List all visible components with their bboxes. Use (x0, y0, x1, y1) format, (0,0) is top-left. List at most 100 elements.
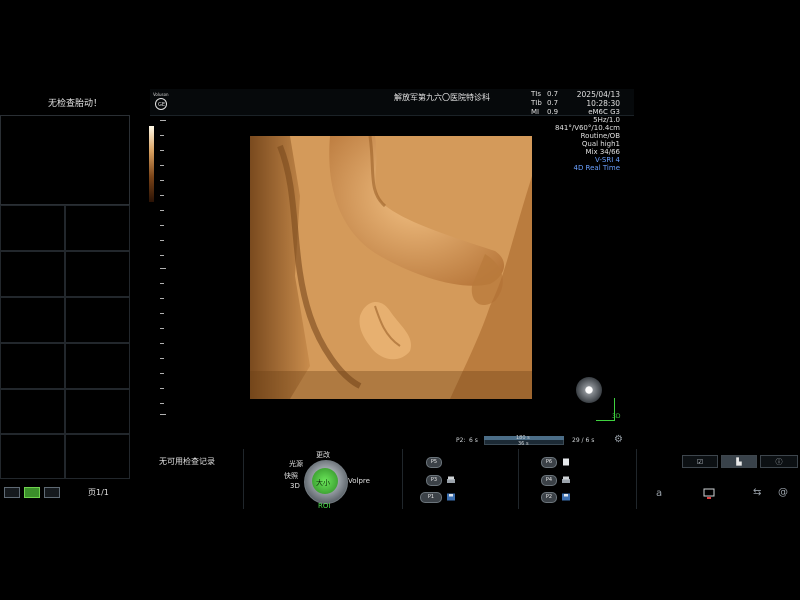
printer-icon[interactable] (561, 476, 571, 484)
depth-tick (160, 358, 164, 359)
bottom-divider (243, 449, 244, 509)
network-icon[interactable]: ⇆ (753, 487, 761, 498)
svg-text:GE: GE (158, 102, 165, 108)
rendered-volume (250, 136, 532, 399)
param-mode: 4D Real Time (573, 164, 620, 172)
index-tis-value: 0.7 (547, 90, 559, 98)
thumbnail-cell[interactable] (0, 343, 65, 389)
preset-button-p4[interactable]: P4 (541, 475, 557, 486)
layout-3x3-button[interactable] (44, 487, 60, 498)
depth-tick (160, 283, 164, 284)
layout-1x2-button[interactable] (4, 487, 20, 498)
tab-info[interactable]: ⓘ (760, 455, 798, 468)
thumbnail-cell[interactable] (65, 434, 130, 479)
tab-checklist[interactable]: ☑ (682, 455, 718, 468)
knob-label-light[interactable]: 光源 (289, 459, 303, 469)
thumbnail-cell[interactable] (0, 297, 65, 343)
depth-tick (160, 240, 164, 241)
ge-logo-icon: Voluson GE (153, 92, 169, 110)
logo-text: Voluson (153, 92, 169, 97)
exam-time: 10:28:30 (586, 99, 620, 108)
document-icon[interactable] (561, 458, 571, 466)
thumbnail-cell[interactable] (0, 389, 65, 434)
monitor-red-icon[interactable] (703, 488, 715, 500)
depth-tick (160, 255, 164, 256)
knob-label-volpre[interactable]: Volpre (348, 477, 370, 485)
depth-tick (160, 165, 164, 166)
preset-button-p6[interactable]: P6 (541, 457, 557, 468)
depth-tick (160, 150, 164, 151)
volume-axis-marker (596, 420, 615, 421)
index-tib-value: 0.7 (547, 99, 559, 107)
depth-tick (160, 210, 164, 211)
orientation-sphere-icon[interactable] (576, 377, 602, 403)
depth-tick (160, 120, 166, 121)
thumbnail-cell[interactable] (65, 389, 130, 434)
timeline-bar-bottom: 36 s (518, 441, 529, 447)
thumbnail-main[interactable] (0, 115, 130, 205)
preset-button-p1[interactable]: P1 (420, 492, 442, 503)
preset-button-p2[interactable]: P2 (541, 492, 557, 503)
timeline-label: P2: (456, 437, 466, 444)
bottom-divider (402, 449, 403, 509)
depth-tick (160, 414, 166, 415)
index-mi-label: MI (531, 108, 540, 116)
knob-label-roi[interactable]: ROI (318, 502, 330, 510)
save-disk-icon[interactable] (561, 493, 571, 501)
param-probe: eM6C G3 (588, 108, 620, 116)
thumbnail-cell[interactable] (65, 251, 130, 297)
ultrasound-3d-image[interactable] (250, 136, 532, 399)
preset-button-p5[interactable]: P5 (426, 457, 442, 468)
param-geometry: 841°/V60°/10.4cm (554, 124, 620, 132)
param-vsri: V-SRI 4 (595, 156, 620, 164)
param-freq: 5Hz/1.0 (593, 116, 620, 124)
knob-label-change[interactable]: 更改 (316, 450, 330, 460)
thumbnail-cell[interactable] (0, 251, 65, 297)
page-indicator: 页1/1 (88, 488, 109, 497)
exam-date: 2025/04/13 (576, 90, 620, 99)
keyboard-letter-indicator: a (656, 488, 663, 499)
thumbnail-cell[interactable] (65, 343, 130, 389)
param-mix: Mix 34/66 (585, 148, 620, 156)
depth-tick (160, 268, 166, 269)
volume-mode-label: 3D (612, 413, 621, 420)
depth-tick (160, 373, 164, 374)
grayscale-bar (149, 126, 154, 202)
thumbnail-cell[interactable] (0, 205, 65, 251)
depth-tick (160, 298, 164, 299)
timeline-right-value: 29 / 6 s (572, 437, 595, 444)
index-mi-value: 0.9 (547, 108, 559, 116)
settings-gear-icon[interactable]: ⚙ (614, 434, 623, 445)
depth-tick (160, 225, 164, 226)
param-quality: Qual high1 (581, 140, 620, 148)
no-record-message: 无可用检查记录 (159, 457, 215, 466)
index-tis-label: TIs (531, 90, 541, 98)
index-tib-label: TIb (531, 99, 542, 107)
thumbnail-cell[interactable] (0, 434, 65, 479)
preset-button-p3[interactable]: P3 (426, 475, 442, 486)
depth-tick (160, 328, 164, 329)
depth-tick (160, 403, 164, 404)
param-preset: Routine/OB (580, 132, 620, 140)
depth-tick (160, 313, 164, 314)
depth-tick (160, 388, 164, 389)
left-panel-title: 无检查胎动！ (47, 99, 102, 109)
knob-label-size[interactable]: 大小 (316, 478, 330, 488)
save-disk-icon[interactable] (446, 493, 456, 501)
printer-icon[interactable] (446, 476, 456, 484)
bottom-divider (518, 449, 519, 509)
tab-chart[interactable]: ▙ (721, 455, 757, 468)
depth-tick (160, 343, 164, 344)
depth-tick (160, 195, 164, 196)
email-at-icon[interactable]: @ (778, 487, 788, 498)
layout-2x2-button[interactable] (24, 487, 40, 498)
knob-label-snapshot[interactable]: 快照 (284, 471, 298, 481)
depth-tick (160, 180, 164, 181)
timeline-left-value: 6 s (469, 437, 478, 444)
thumbnail-cell[interactable] (65, 297, 130, 343)
bottom-divider (636, 449, 637, 509)
depth-tick (160, 135, 164, 136)
knob-label-3d[interactable]: 3D (290, 482, 300, 490)
hospital-name: 解放军第九六〇医院特诊科 (394, 93, 490, 102)
thumbnail-cell[interactable] (65, 205, 130, 251)
